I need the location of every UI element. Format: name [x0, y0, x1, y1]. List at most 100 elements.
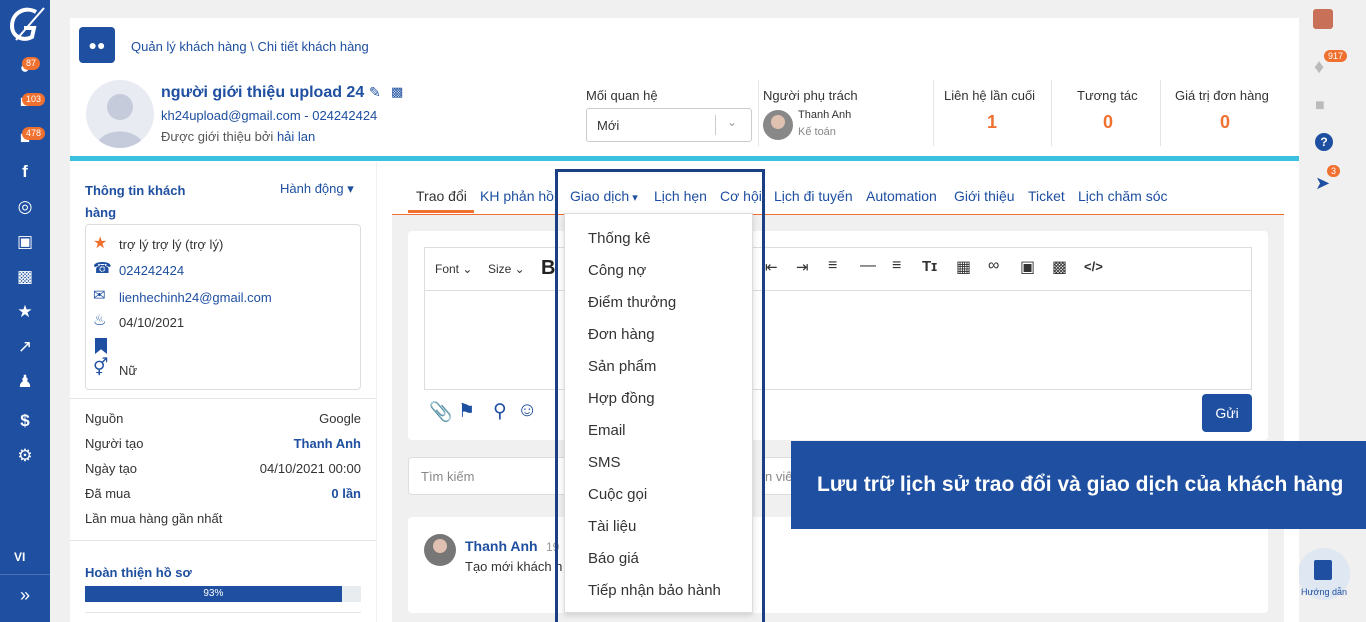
- cake-icon: ♨: [93, 312, 107, 329]
- referred-prefix: Được giới thiệu bởi: [161, 129, 277, 144]
- main-sidebar: ● 87 ■ 103 ■ 478 f ◎ ▣ ▩ ★ ↗ ♟ $ ⚙ VI »: [0, 0, 50, 622]
- select-separator: [715, 115, 716, 135]
- sidebar-divider: [0, 574, 50, 575]
- size-select[interactable]: Size ⌄: [488, 262, 525, 276]
- chat-badge: 103: [22, 93, 46, 106]
- gear-icon[interactable]: ⚙: [0, 442, 50, 470]
- user-avatar[interactable]: [1313, 9, 1333, 29]
- cart-icon[interactable]: ▣: [0, 228, 50, 256]
- profile-title: Hoàn thiện hồ sơ: [85, 565, 192, 580]
- info-birthday: 04/10/2021: [119, 315, 185, 330]
- tab-lich-cham-soc[interactable]: Lịch chăm sóc: [1078, 188, 1167, 204]
- relation-value: Mới: [597, 118, 620, 133]
- text-format-icon[interactable]: Tɪ: [922, 258, 937, 275]
- align-left-icon[interactable]: ≡: [828, 257, 837, 275]
- location-icon[interactable]: ⚲: [493, 400, 507, 423]
- highlight-frame: [555, 169, 765, 622]
- tasks-badge: 478: [22, 127, 46, 140]
- dollar-icon[interactable]: $: [0, 407, 50, 435]
- outdent-icon[interactable]: ⇤: [765, 258, 778, 276]
- relation-select[interactable]: Mới ⌄: [586, 108, 752, 142]
- image-icon[interactable]: ▣: [1020, 257, 1035, 277]
- info-gender: Nữ: [119, 363, 138, 378]
- accent-line: [70, 156, 1299, 161]
- detail-label: Ngày tạo: [85, 461, 138, 476]
- action-label: Hành động: [280, 181, 344, 196]
- font-label: Font: [435, 262, 460, 276]
- divider: [70, 398, 376, 399]
- users-badge: 87: [22, 57, 41, 70]
- action-dropdown[interactable]: Hành động ▾: [280, 181, 354, 197]
- tab-lich-di-tuyen[interactable]: Lịch đi tuyến: [774, 188, 853, 204]
- info-phone[interactable]: 024242424: [119, 263, 184, 278]
- link-icon[interactable]: ∞: [988, 257, 999, 275]
- tab-trao-doi[interactable]: Trao đổi: [416, 188, 467, 204]
- font-select[interactable]: Font ⌄: [435, 262, 472, 276]
- ordered-list-icon[interactable]: ≡: [892, 257, 901, 275]
- stat-value: 1: [986, 112, 997, 132]
- email-icon: ✉: [93, 287, 106, 304]
- person-icon[interactable]: ♟: [0, 368, 50, 396]
- info-title: Thông tin khách hàng: [85, 183, 186, 220]
- caret-down-icon: ▾: [347, 181, 354, 196]
- stat-label: Tương tác: [1077, 88, 1138, 103]
- language-switch[interactable]: VI: [14, 550, 25, 564]
- table-icon[interactable]: ▦: [956, 257, 971, 277]
- tab-ticket[interactable]: Ticket: [1028, 188, 1065, 204]
- profile-progress: 93%: [85, 586, 361, 602]
- detail-value[interactable]: Thanh Anh: [200, 436, 361, 451]
- star-icon: ★: [93, 235, 108, 252]
- bell-icon[interactable]: ♦: [1314, 56, 1324, 79]
- app-logo[interactable]: [6, 4, 46, 44]
- code-view-icon[interactable]: </>: [1084, 259, 1103, 274]
- stat-label: Liên hệ lần cuối: [944, 88, 1036, 103]
- info-role: trợ lý trợ lý (trợ lý): [119, 237, 224, 252]
- activity-user[interactable]: Thanh Anh: [465, 538, 538, 554]
- boxes-icon[interactable]: ▩: [0, 263, 50, 291]
- help-icon[interactable]: ?: [1315, 133, 1333, 151]
- detail-value: 04/10/2021 00:00: [259, 461, 361, 476]
- editor-textarea[interactable]: [424, 291, 1252, 390]
- facebook-icon[interactable]: f: [0, 158, 50, 186]
- guide-label: Hướng dẫn: [1301, 587, 1347, 597]
- bold-button[interactable]: B: [541, 257, 555, 280]
- info-email[interactable]: lienhechinh24@gmail.com: [119, 290, 272, 305]
- referred-link[interactable]: hải lan: [277, 129, 315, 144]
- emoji-icon[interactable]: ☺: [517, 399, 537, 422]
- relation-label: Mối quan hệ: [586, 88, 658, 103]
- edit-icon[interactable]: ✎: [369, 84, 381, 101]
- collapse-icon[interactable]: »: [0, 585, 50, 606]
- header-divider: [1160, 80, 1161, 146]
- gender-icon: ⚥: [93, 358, 109, 377]
- customer-avatar: [86, 80, 154, 148]
- detail-label: Người tạo: [85, 436, 144, 451]
- video-icon[interactable]: ▩: [1052, 257, 1067, 277]
- owner-avatar: [763, 110, 793, 140]
- attach-icon[interactable]: 📎: [429, 400, 453, 424]
- detail-label: Lần mua hàng gần nhất: [85, 511, 223, 526]
- breadcrumb[interactable]: Quản lý khách hàng \ Chi tiết khách hàng: [131, 39, 369, 54]
- search-placeholder: Tìm kiếm: [421, 469, 475, 484]
- indent-icon[interactable]: ⇥: [796, 258, 809, 276]
- star-icon[interactable]: ★: [0, 298, 50, 326]
- divider: [85, 612, 361, 613]
- customer-contact: kh24upload@gmail.com - 024242424: [161, 108, 378, 123]
- notification-badge: 917: [1324, 50, 1348, 62]
- customer-name: người giới thiệu upload 24: [161, 84, 365, 101]
- send-button[interactable]: Gửi: [1202, 394, 1252, 432]
- activity-avatar: [424, 534, 456, 566]
- detail-label: Nguồn: [85, 411, 124, 426]
- tab-kh-phan-hoi[interactable]: KH phản hồi: [480, 188, 557, 204]
- header-divider: [933, 80, 934, 146]
- horizontal-rule-icon[interactable]: —: [860, 257, 876, 275]
- tag-icon[interactable]: ⚑: [458, 400, 475, 423]
- tab-automation[interactable]: Automation: [866, 188, 937, 204]
- rocket-icon[interactable]: ➤: [1315, 173, 1330, 194]
- chart-icon[interactable]: ↗: [0, 333, 50, 361]
- messages-icon[interactable]: ■: [1315, 97, 1325, 115]
- tab-gioi-thieu[interactable]: Giới thiệu: [954, 188, 1015, 204]
- phone-icon: ☎: [93, 260, 112, 277]
- delete-icon[interactable]: ▩: [391, 84, 403, 100]
- rocket-badge: 3: [1327, 165, 1341, 177]
- target-icon[interactable]: ◎: [0, 193, 50, 221]
